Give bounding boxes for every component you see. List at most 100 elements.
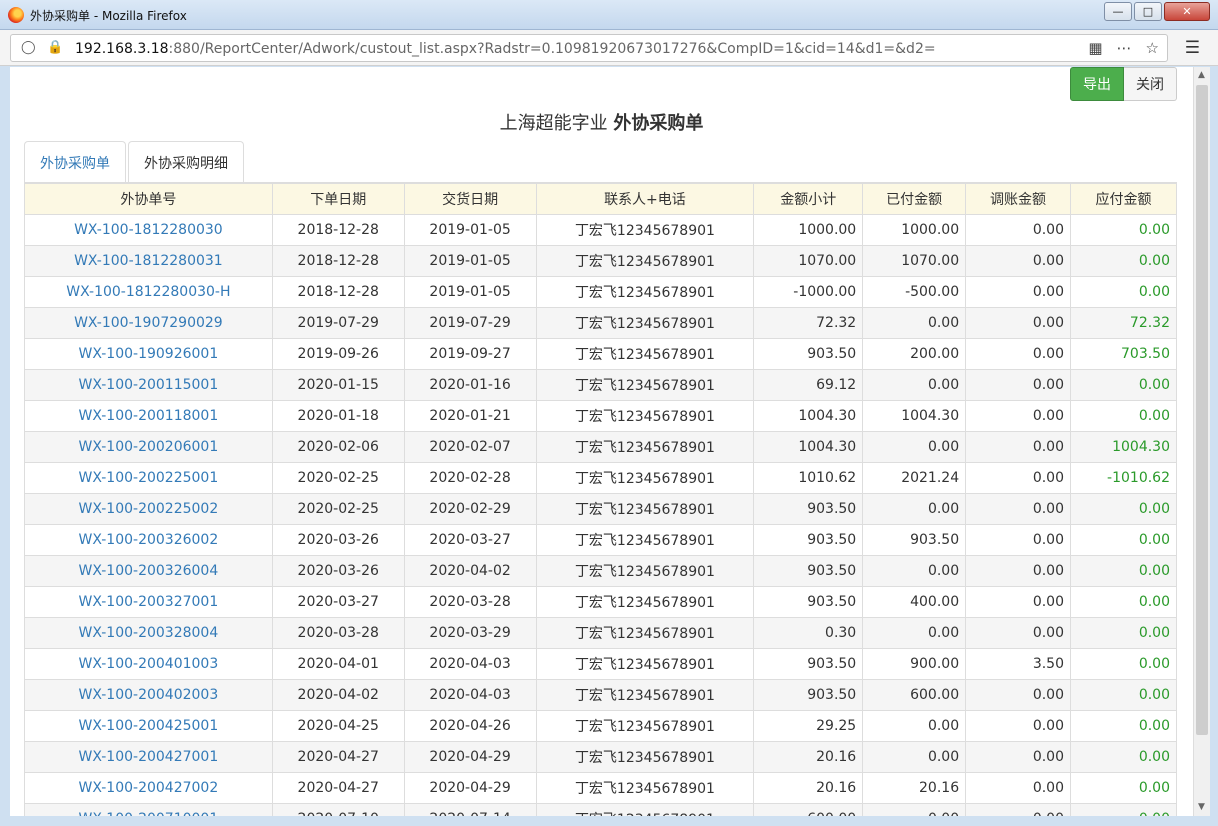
table-row: WX-100-200225002 2020-02-25 2020-02-29 丁宏飞1…	[24, 493, 1177, 525]
tab-purchase-details[interactable]: 外协采购明细	[128, 141, 244, 183]
order-date-cell: 2020-04-01	[271, 648, 405, 680]
order-number-link[interactable]: WX-100-200326002	[24, 524, 273, 556]
more-actions-icon[interactable]: ⋯	[1117, 39, 1132, 57]
contact-cell: 丁宏飞12345678901	[535, 524, 755, 556]
table-row: WX-100-200206001 2020-02-06 2020-02-07 丁宏飞1…	[24, 431, 1177, 463]
order-date-cell: 2019-09-26	[271, 338, 405, 370]
order-date-cell: 2020-01-18	[271, 400, 405, 432]
order-number-link[interactable]: WX-100-200326004	[24, 555, 273, 587]
delivery-date-cell: 2020-02-29	[403, 493, 537, 525]
table-row: WX-100-190926001 2019-09-26 2019-09-27 丁宏飞1…	[24, 338, 1177, 370]
order-number-link[interactable]: WX-100-200425001	[24, 710, 273, 742]
close-button[interactable]: 关闭	[1124, 67, 1177, 101]
table-row: WX-100-200326002 2020-03-26 2020-03-27 丁宏飞1…	[24, 524, 1177, 556]
delivery-date-cell: 2020-01-21	[403, 400, 537, 432]
export-button[interactable]: 导出	[1070, 67, 1124, 101]
paid-cell: 0.00	[862, 741, 967, 773]
contact-cell: 丁宏飞12345678901	[535, 803, 755, 816]
paid-cell: 903.50	[862, 524, 967, 556]
qr-code-icon[interactable]: ▦	[1088, 39, 1102, 57]
payable-cell: 0.00	[1070, 710, 1177, 742]
payable-cell: 0.00	[1070, 617, 1177, 649]
order-number-link[interactable]: WX-100-190926001	[24, 338, 273, 370]
payable-cell: 0.00	[1070, 741, 1177, 773]
order-number-link[interactable]: WX-100-200402003	[24, 679, 273, 711]
order-number-link[interactable]: WX-100-200401003	[24, 648, 273, 680]
adjustment-cell: 0.00	[965, 741, 1071, 773]
column-header: 金额小计	[753, 183, 864, 215]
order-number-link[interactable]: WX-100-1812280030	[24, 214, 273, 246]
order-number-link[interactable]: WX-100-200710001	[24, 803, 273, 816]
subtotal-cell: 20.16	[753, 741, 864, 773]
paid-cell: 900.00	[862, 648, 967, 680]
shield-icon[interactable]: ◯	[21, 40, 36, 55]
subtotal-cell: 1000.00	[753, 214, 864, 246]
payable-cell: 0.00	[1070, 400, 1177, 432]
order-date-cell: 2018-12-28	[271, 214, 405, 246]
vertical-scrollbar[interactable]: ▲ ▼	[1193, 67, 1210, 816]
url-path: :880/ReportCenter/Adwork/custout_list.as…	[168, 41, 936, 57]
payable-cell: 703.50	[1070, 338, 1177, 370]
adjustment-cell: 0.00	[965, 338, 1071, 370]
order-date-cell: 2020-03-28	[271, 617, 405, 649]
table-row: WX-100-200225001 2020-02-25 2020-02-28 丁宏飞1…	[24, 462, 1177, 494]
order-number-link[interactable]: WX-100-1907290029	[24, 307, 273, 339]
order-number-link[interactable]: WX-100-200225001	[24, 462, 273, 494]
column-header: 应付金额	[1070, 183, 1177, 215]
adjustment-cell: 0.00	[965, 431, 1071, 463]
payable-cell: 72.32	[1070, 307, 1177, 339]
maximize-button[interactable]: □	[1134, 2, 1162, 21]
adjustment-cell: 0.00	[965, 400, 1071, 432]
order-number-link[interactable]: WX-100-200427002	[24, 772, 273, 804]
bookmark-star-icon[interactable]: ☆	[1146, 39, 1159, 57]
subtotal-cell: 1010.62	[753, 462, 864, 494]
minimize-button[interactable]: —	[1104, 2, 1132, 21]
window-titlebar: 外协采购单 - Mozilla Firefox — □ ✕	[0, 0, 1218, 30]
insecure-lock-icon[interactable]: 🔒	[47, 40, 63, 55]
url-text: 192.168.3.18:880/ReportCenter/Adwork/cus…	[75, 41, 936, 57]
order-number-link[interactable]: WX-100-1812280031	[24, 245, 273, 277]
adjustment-cell: 0.00	[965, 245, 1071, 277]
order-number-link[interactable]: WX-100-200118001	[24, 400, 273, 432]
table-row: WX-100-200115001 2020-01-15 2020-01-16 丁宏飞1…	[24, 369, 1177, 401]
scroll-down-icon[interactable]: ▼	[1198, 802, 1205, 812]
payable-cell: 0.00	[1070, 369, 1177, 401]
contact-cell: 丁宏飞12345678901	[535, 586, 755, 618]
paid-cell: 0.00	[862, 617, 967, 649]
toolbar: 导出 关闭	[1070, 67, 1177, 101]
order-number-link[interactable]: WX-100-200225002	[24, 493, 273, 525]
order-number-link[interactable]: WX-100-200206001	[24, 431, 273, 463]
order-date-cell: 2020-03-26	[271, 555, 405, 587]
scrollbar-thumb[interactable]	[1196, 85, 1208, 735]
subtotal-cell: 29.25	[753, 710, 864, 742]
column-header: 外协单号	[24, 183, 273, 215]
adjustment-cell: 0.00	[965, 772, 1071, 804]
order-date-cell: 2018-12-28	[271, 245, 405, 277]
order-number-link[interactable]: WX-100-200328004	[24, 617, 273, 649]
order-number-link[interactable]: WX-100-200427001	[24, 741, 273, 773]
payable-cell: 0.00	[1070, 586, 1177, 618]
order-date-cell: 2020-02-06	[271, 431, 405, 463]
order-number-link[interactable]: WX-100-200327001	[24, 586, 273, 618]
scroll-up-icon[interactable]: ▲	[1198, 70, 1205, 80]
delivery-date-cell: 2020-03-29	[403, 617, 537, 649]
table-row: WX-100-200118001 2020-01-18 2020-01-21 丁宏飞1…	[24, 400, 1177, 432]
url-actions: ▦ ⋯ ☆	[1088, 39, 1159, 57]
order-number-link[interactable]: WX-100-200115001	[24, 369, 273, 401]
hamburger-menu-icon[interactable]: ☰	[1185, 38, 1200, 58]
window-close-button[interactable]: ✕	[1164, 2, 1210, 21]
delivery-date-cell: 2020-01-16	[403, 369, 537, 401]
tab-purchase-orders[interactable]: 外协采购单	[24, 141, 126, 183]
adjustment-cell: 0.00	[965, 276, 1071, 308]
window-controls: — □ ✕	[1104, 2, 1210, 21]
url-input[interactable]: ◯ 🔒 192.168.3.18:880/ReportCenter/Adwork…	[10, 34, 1168, 62]
subtotal-cell: 903.50	[753, 338, 864, 370]
subtotal-cell: 903.50	[753, 493, 864, 525]
table-row: WX-100-1812280031 2018-12-28 2019-01-05 丁宏飞…	[24, 245, 1177, 277]
contact-cell: 丁宏飞12345678901	[535, 648, 755, 680]
order-number-link[interactable]: WX-100-1812280030-H	[24, 276, 273, 308]
order-date-cell: 2020-02-25	[271, 493, 405, 525]
contact-cell: 丁宏飞12345678901	[535, 710, 755, 742]
column-header: 下单日期	[271, 183, 405, 215]
adjustment-cell: 0.00	[965, 586, 1071, 618]
